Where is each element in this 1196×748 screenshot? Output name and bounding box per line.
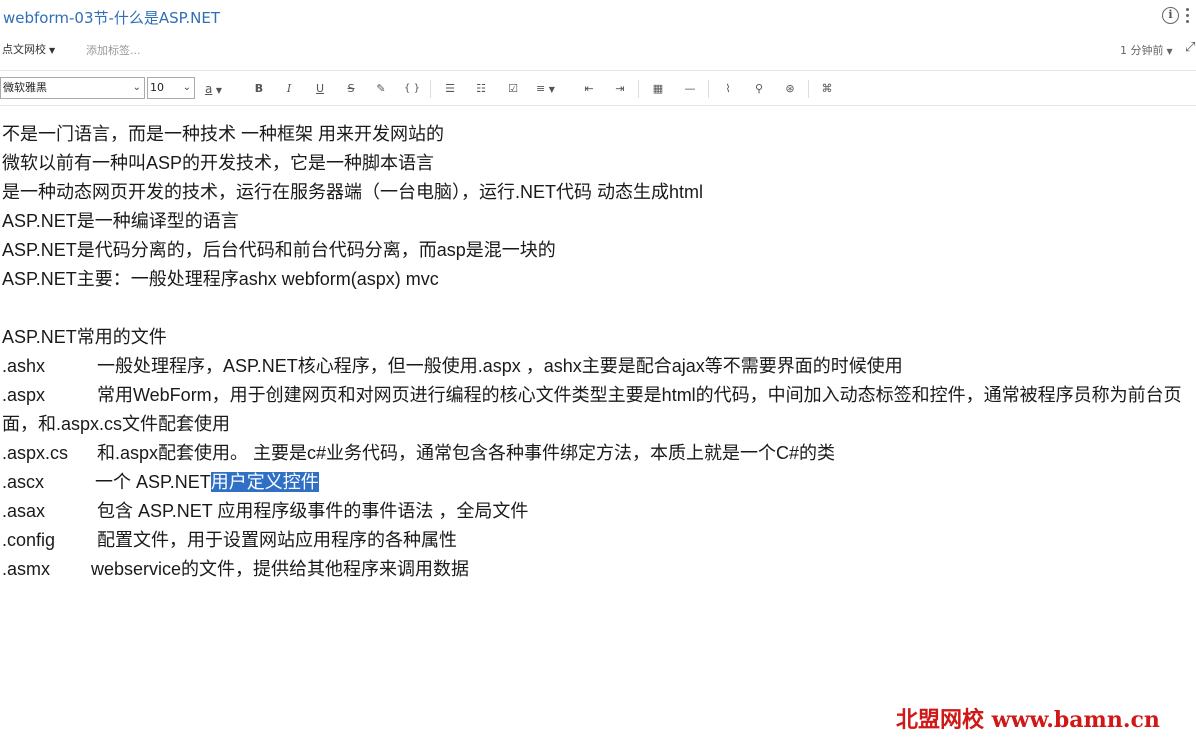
- notebook-name: 点文网校: [2, 43, 46, 56]
- share-icon[interactable]: ⊛: [781, 80, 799, 98]
- file-row: .config 配置文件，用于设置网站应用程序的各种属性: [2, 526, 457, 554]
- indent-icon[interactable]: ⇥: [611, 80, 629, 98]
- file-desc: 一个 ASP.NET: [95, 472, 211, 492]
- file-row: .asax 包含 ASP.NET 应用程序级事件的事件语法 ，全局文件: [2, 497, 528, 525]
- watermark: 北盟网校 www.bamn.cn: [896, 707, 1160, 733]
- file-row: .asmx webservice的文件，提供给其他程序来调用数据: [2, 555, 469, 583]
- file-desc: 常用WebForm，用于创建网页和对网页进行编程的核心文件类型主要是html的代…: [2, 385, 1182, 434]
- note-line: 微软以前有一种叫ASP的开发技术，它是一种脚本语言: [2, 153, 435, 173]
- modified-time-label: 1 分钟前: [1120, 44, 1164, 57]
- note-line: ASP.NET是代码分离的，后台代码和前台代码分离，而asp是混一块的: [2, 240, 556, 260]
- file-ext: .aspx: [2, 385, 46, 405]
- chevron-down-icon: ⌄: [182, 82, 191, 93]
- file-ext: .asax: [2, 501, 46, 521]
- file-row: .aspx.cs 和.aspx配套使用。 主要是c#业务代码，通常包含各种事件绑定…: [2, 439, 835, 467]
- file-row: .ascx 一个 ASP.NET用户定义控件: [2, 468, 319, 496]
- chevron-down-icon: ▼: [1166, 47, 1173, 56]
- numbered-list-icon[interactable]: ☷: [472, 80, 490, 98]
- font-family-select[interactable]: 微软雅黑 ⌄: [0, 77, 145, 99]
- file-desc: 包含 ASP.NET 应用程序级事件的事件语法 ，全局文件: [97, 501, 529, 521]
- underline-button[interactable]: U: [311, 80, 329, 98]
- align-icon[interactable]: ≡ ▼: [536, 80, 566, 98]
- file-desc: webservice的文件，提供给其他程序来调用数据: [91, 559, 470, 579]
- file-ext: .config: [2, 530, 56, 550]
- italic-button[interactable]: I: [280, 80, 298, 98]
- attachment-icon[interactable]: ⌇: [719, 80, 737, 98]
- code-block-icon[interactable]: { }: [403, 80, 421, 98]
- note-line: ASP.NET是一种编译型的语言: [2, 211, 239, 231]
- info-icon[interactable]: i: [1162, 7, 1179, 24]
- outdent-icon[interactable]: ⇤: [580, 80, 598, 98]
- toolbar-divider: [430, 80, 431, 98]
- file-desc: 配置文件，用于设置网站应用程序的各种属性: [97, 530, 457, 550]
- note-line: 不是一门语言，而是一种技术 一种框架 用来开发网站的: [2, 124, 444, 144]
- table-icon[interactable]: ▦: [649, 80, 667, 98]
- font-family-value: 微软雅黑: [3, 81, 47, 94]
- note-title[interactable]: webform-03节-什么是ASP.NET: [3, 7, 220, 28]
- file-ext: .asmx: [2, 559, 51, 579]
- file-row: .aspx 常用WebForm，用于创建网页和对网页进行编程的核心文件类型主要是h…: [2, 381, 1196, 439]
- strikethrough-button[interactable]: S: [342, 80, 360, 98]
- add-tag-input[interactable]: 添加标签...: [86, 42, 141, 58]
- chevron-down-icon: ⌄: [132, 82, 141, 93]
- shortcut-icon[interactable]: ⌘: [818, 80, 836, 98]
- selected-text[interactable]: 用户定义控件: [210, 472, 319, 492]
- chevron-down-icon: ▼: [548, 85, 555, 94]
- font-color-icon: a: [205, 82, 213, 96]
- file-desc: 和.aspx配套使用。 主要是c#业务代码，通常包含各种事件绑定方法，本质上就是…: [97, 443, 836, 463]
- note-line: 是一种动态网页开发的技术，运行在服务器端（一台电脑），运行.NET代码 动态生成…: [2, 182, 704, 202]
- file-ext: .ascx: [2, 472, 45, 492]
- notebook-selector[interactable]: 点文网校 ▼: [2, 41, 55, 57]
- more-menu-icon[interactable]: [1186, 8, 1190, 24]
- expand-icon[interactable]: ⤢: [1185, 40, 1195, 55]
- bold-button[interactable]: B: [250, 80, 268, 98]
- toolbar-divider: [808, 80, 809, 98]
- note-line: ASP.NET主要：一般处理程序ashx webform(aspx) mvc: [2, 269, 439, 289]
- toolbar-divider: [708, 80, 709, 98]
- toolbar-divider: [638, 80, 639, 98]
- format-toolbar: 微软雅黑 ⌄ 10 ⌄ a ▼ B I U S ✎ { } ☰ ☷ ☑ ≡ ▼ ⇤ …: [0, 70, 1196, 106]
- font-size-value: 10: [150, 81, 164, 94]
- note-meta-bar: 点文网校 ▼ 添加标签... 1 分钟前 ▼ ⤢: [0, 36, 1196, 62]
- horizontal-rule-icon[interactable]: —: [681, 80, 699, 98]
- checkbox-list-icon[interactable]: ☑: [504, 80, 522, 98]
- file-row: .ashx 一般处理程序，ASP.NET核心程序，但一般使用.aspx ，ashx…: [2, 352, 903, 380]
- bullet-list-icon[interactable]: ☰: [441, 80, 459, 98]
- chevron-down-icon: ▼: [49, 46, 56, 55]
- files-heading: ASP.NET常用的文件: [2, 327, 167, 347]
- modified-time[interactable]: 1 分钟前 ▼: [1120, 42, 1173, 58]
- chevron-down-icon: ▼: [215, 86, 223, 95]
- highlighter-icon[interactable]: ✎: [372, 80, 390, 98]
- file-desc: 一般处理程序，ASP.NET核心程序，但一般使用.aspx ，ashx主要是配合…: [97, 356, 903, 376]
- title-bar: webform-03节-什么是ASP.NET i: [0, 0, 1196, 34]
- link-icon[interactable]: ⚲: [750, 80, 768, 98]
- file-ext: .ashx: [2, 356, 46, 376]
- file-ext: .aspx.cs: [2, 443, 69, 463]
- font-size-select[interactable]: 10 ⌄: [147, 77, 195, 99]
- font-color-button[interactable]: a ▼: [205, 80, 231, 98]
